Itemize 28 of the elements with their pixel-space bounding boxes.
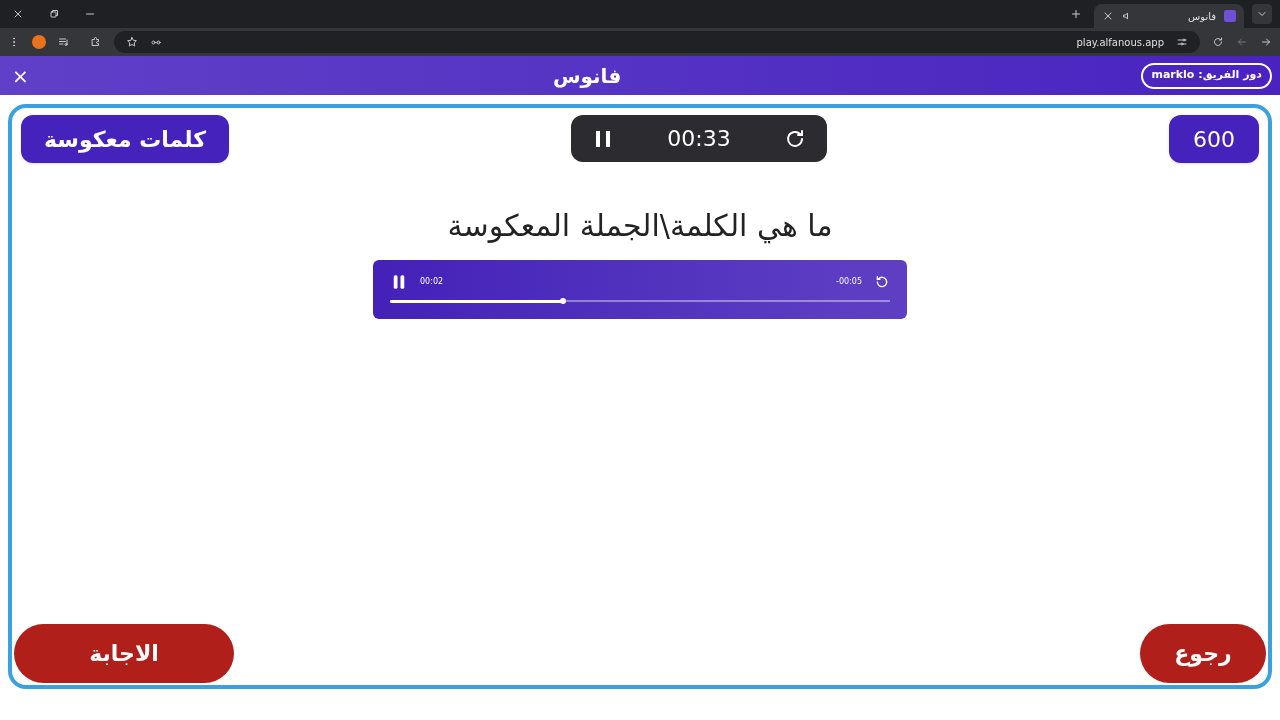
close-button[interactable]: × [8, 65, 33, 86]
elapsed-time: 00:02 [420, 276, 444, 288]
answer-button[interactable]: الاجابة [14, 624, 234, 683]
tab-title: فانوس [1187, 9, 1216, 24]
browser-tab[interactable]: فانوس [1094, 4, 1244, 28]
progress-thumb[interactable] [559, 298, 566, 304]
timer-text: 00:33 [667, 125, 731, 153]
profile-icon[interactable] [32, 35, 46, 49]
back-button[interactable]: رجوع [1140, 624, 1266, 683]
puzzle-icon[interactable] [90, 36, 102, 48]
question-text: ما هي الكلمة\الجملة المعكوسة [447, 207, 833, 246]
replay-icon[interactable] [874, 274, 890, 290]
restore-icon[interactable] [48, 8, 60, 20]
remaining-time: -00:05 [836, 276, 862, 288]
team-turn-badge: دور الفريق: marklo [1141, 62, 1272, 89]
plus-icon[interactable] [1070, 8, 1082, 20]
points-badge: 600 [1169, 115, 1259, 163]
forward-icon[interactable] [1260, 36, 1272, 48]
star-icon[interactable] [126, 36, 138, 48]
close-icon[interactable] [1102, 10, 1114, 22]
site-settings-icon[interactable] [1176, 36, 1188, 48]
site-icon [1224, 10, 1236, 22]
logo: فانوس [552, 62, 622, 90]
address-bar-url[interactable]: play.alfanous.app [1076, 34, 1164, 50]
playlist-icon[interactable] [58, 36, 70, 48]
reload-icon[interactable] [1212, 36, 1224, 48]
close-icon[interactable] [12, 8, 24, 20]
category-badge: كلمات معكوسة [21, 115, 229, 163]
